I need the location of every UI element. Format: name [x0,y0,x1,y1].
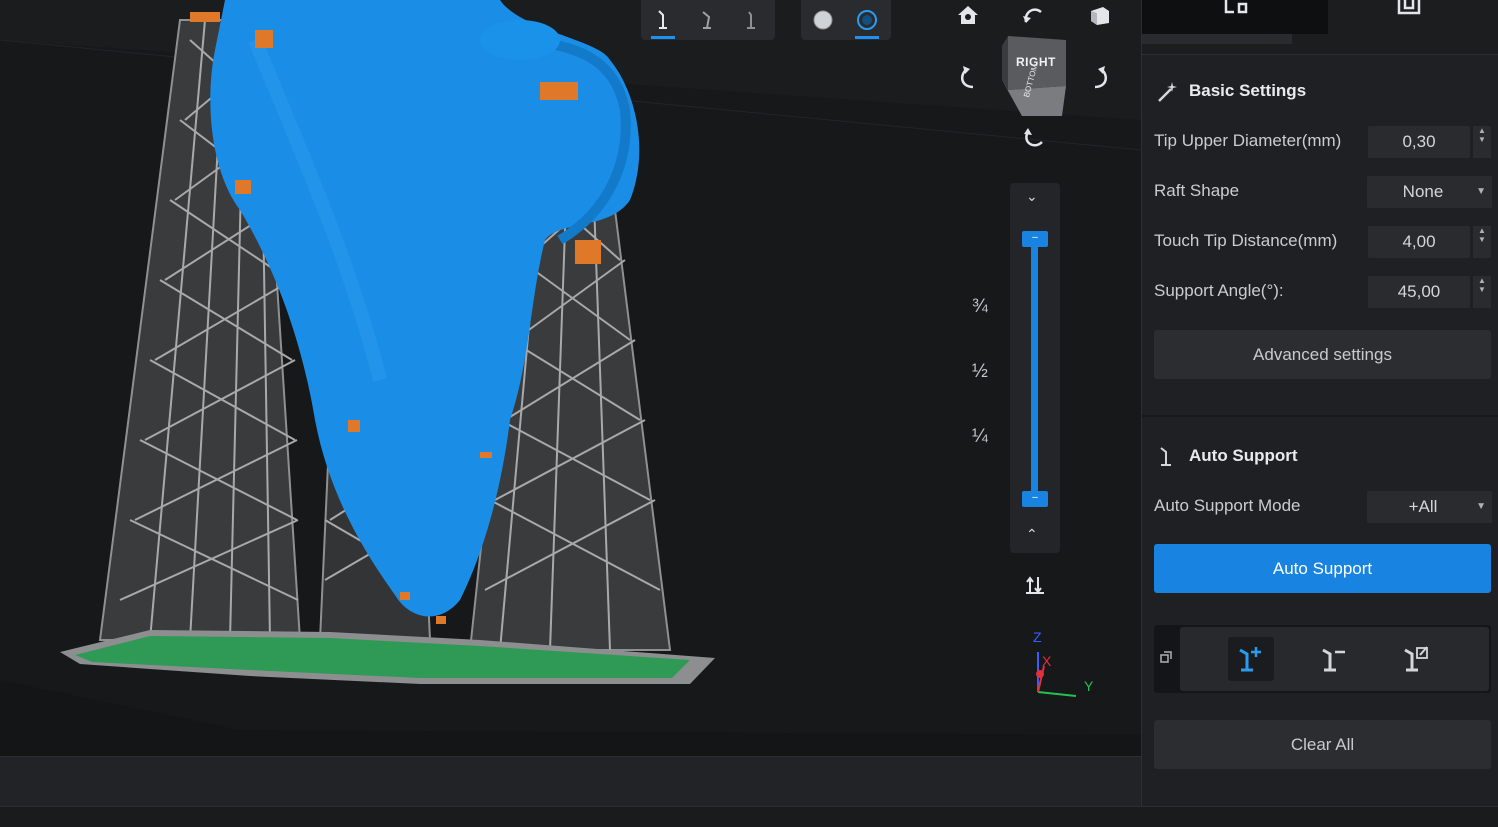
remove-support-icon [1322,648,1345,672]
auto-support-button[interactable]: Auto Support [1154,544,1491,593]
slider-tick-three-quarters: ¾ [972,296,988,317]
rotate-left-button[interactable] [953,62,983,92]
panel-tab-2[interactable] [1328,0,1498,54]
undo-view-button[interactable] [1018,0,1048,30]
solid-render-button[interactable] [801,0,845,40]
raft-shape-select[interactable]: None ▼ [1367,176,1492,208]
3d-viewport[interactable] [0,0,1141,756]
raft-shape-label: Raft Shape [1154,181,1240,200]
touch-tip-distance-stepper[interactable]: ▲ ▼ [1473,226,1491,258]
add-support-button[interactable] [1228,637,1274,681]
touch-tip-distance-input[interactable]: 4,00 [1368,226,1470,258]
auto-support-mode-label: Auto Support Mode [1154,496,1301,515]
slider-tick-quarter: ¼ [972,426,988,447]
layout-icon[interactable] [1223,0,1249,16]
slider-upper-handle[interactable]: – [1022,231,1048,247]
slider-range[interactable] [1031,240,1038,498]
solid-sphere-icon [813,10,833,30]
support-tool-3-icon [747,11,755,29]
axis-x-label: X [1042,653,1052,669]
rotate-left-icon [960,66,974,89]
clear-all-button[interactable]: Clear All [1154,720,1491,769]
auto-support-title: Auto Support [1189,446,1298,465]
raft-shape-value: None [1402,182,1444,201]
slider-lower-handle[interactable]: – [1022,491,1048,507]
cube-icon [1091,7,1109,25]
status-bar [0,806,1498,827]
perspective-button[interactable] [1085,0,1115,30]
render-mode-group [801,0,891,40]
edit-support-icon [1404,646,1428,672]
slider-swap-button[interactable] [1020,570,1050,600]
rotate-down-icon [1024,128,1043,147]
home-view-button[interactable] [953,0,983,30]
panel-tab-header [1142,0,1498,55]
support-edit-modes [1154,625,1491,693]
caret-down-icon: ▼ [1476,501,1486,512]
support-angle-label: Support Angle(°): [1154,281,1284,300]
add-support-icon [1239,647,1261,672]
magic-wand-icon [1158,82,1177,102]
section-divider [1142,415,1498,417]
support-tool-1-icon [658,10,667,29]
axis-gizmo [1036,652,1077,697]
axis-z-label: Z [1033,629,1042,645]
axis-y-label: Y [1084,678,1094,694]
support-tool-1-button[interactable] [641,0,685,40]
rotate-down-button[interactable] [1018,126,1048,156]
chevron-down-icon[interactable]: ⌄ [1026,188,1038,205]
viewport-bottom-bar [0,756,1141,807]
tip-upper-diameter-label: Tip Upper Diameter(mm) [1154,131,1342,150]
swap-vertical-icon [1026,576,1044,594]
tip-upper-diameter-stepper[interactable]: ▲ ▼ [1473,126,1491,158]
support-tool-2-button[interactable] [685,0,729,40]
model-scene[interactable] [0,0,1141,756]
rotate-up-icon [1023,8,1042,23]
xray-sphere-icon [857,10,877,30]
support-settings-panel: Basic Settings Tip Upper Diameter(mm) 0,… [1141,0,1498,806]
view-cube[interactable]: RIGHT BOTTOM [1000,34,1068,116]
support-icon [1160,447,1171,466]
remove-support-button[interactable] [1311,637,1357,681]
support-angle-input[interactable]: 45,00 [1368,276,1470,308]
xray-render-button[interactable] [845,0,889,40]
home-icon [958,6,978,24]
rotate-right-button[interactable] [1085,62,1115,92]
basic-settings-title: Basic Settings [1189,81,1307,100]
chevron-up-icon[interactable]: ⌃ [1026,526,1038,543]
caret-down-icon: ▼ [1476,186,1486,197]
collapse-icon[interactable] [1160,651,1172,663]
touch-tip-distance-label: Touch Tip Distance(mm) [1154,231,1338,250]
support-tool-2-icon [702,11,711,29]
support-tool-group [641,0,775,40]
auto-support-mode-select[interactable]: +All ▼ [1367,491,1492,523]
auto-support-mode-value: +All [1408,497,1438,516]
support-angle-stepper[interactable]: ▲ ▼ [1473,276,1491,308]
platform-icon [1397,0,1421,15]
advanced-settings-button[interactable]: Advanced settings [1154,330,1491,379]
slider-tick-half: ½ [972,361,988,382]
rotate-right-icon [1094,66,1108,89]
edit-support-button[interactable] [1393,637,1439,681]
support-tool-3-button[interactable] [729,0,773,40]
tip-upper-diameter-input[interactable]: 0,30 [1368,126,1470,158]
